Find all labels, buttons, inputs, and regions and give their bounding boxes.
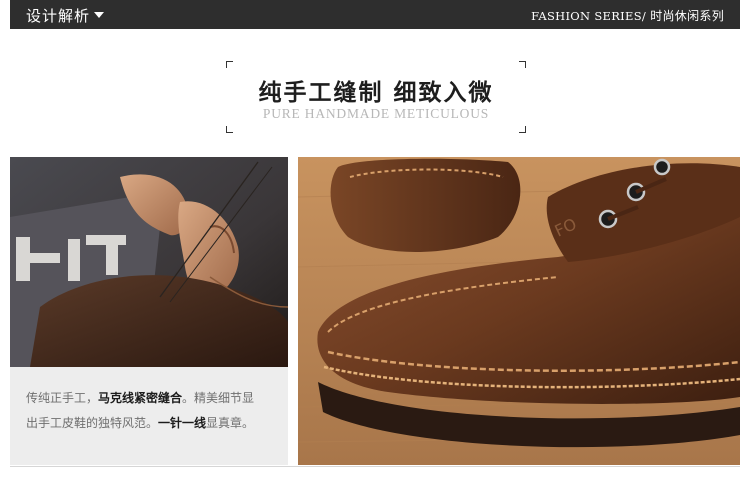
heading-title-en: PURE HANDMADE METICULOUS — [262, 106, 490, 121]
caption-line-1: 传纯正手工，马克线紧密缝合。精美细节显 — [26, 386, 288, 411]
brown-leather-shoe-closeup: FO — [298, 157, 740, 465]
corner-bracket-icon — [226, 126, 233, 133]
corner-bracket-icon — [519, 61, 526, 68]
heading-title-cn: 纯手工缝制 细致入微 — [258, 79, 494, 106]
caption-box: 传纯正手工，马克线紧密缝合。精美细节显 出手工皮鞋的独特风范。一针一线显真章。 — [10, 367, 288, 465]
corner-bracket-icon — [519, 126, 526, 133]
top-bar: 设计解析 FASHION SERIES/ 时尚休闲系列 — [10, 0, 740, 29]
shoe-illustration: FO — [298, 157, 740, 465]
series-label: FASHION SERIES/ 时尚休闲系列 — [531, 7, 724, 24]
corner-bracket-icon — [226, 61, 233, 68]
series-en: FASHION SERIES/ — [531, 9, 647, 23]
caption-highlight: 一针一线 — [158, 416, 207, 430]
series-cn: 时尚休闲系列 — [646, 9, 724, 23]
caption-text: 。精美细节显 — [182, 391, 255, 405]
divider — [10, 466, 740, 467]
section-title: 设计解析 — [26, 7, 91, 25]
caret-down-icon — [94, 11, 105, 18]
section-heading: 纯手工缝制 细致入微 PURE HANDMADE METICULOUS — [226, 61, 526, 133]
caption-text: 出手工皮鞋的独特风范。 — [26, 416, 159, 430]
caption-highlight: 马克线紧密缝合 — [98, 391, 183, 405]
section-dropdown[interactable]: 设计解析 — [26, 5, 105, 26]
caption-line-2: 出手工皮鞋的独特风范。一针一线显真章。 — [26, 411, 288, 436]
craftsman-illustration — [10, 157, 288, 367]
caption-text: 显真章。 — [206, 416, 255, 430]
craftsman-stitching-photo — [10, 157, 288, 367]
caption-text: 传纯正手工， — [26, 391, 99, 405]
